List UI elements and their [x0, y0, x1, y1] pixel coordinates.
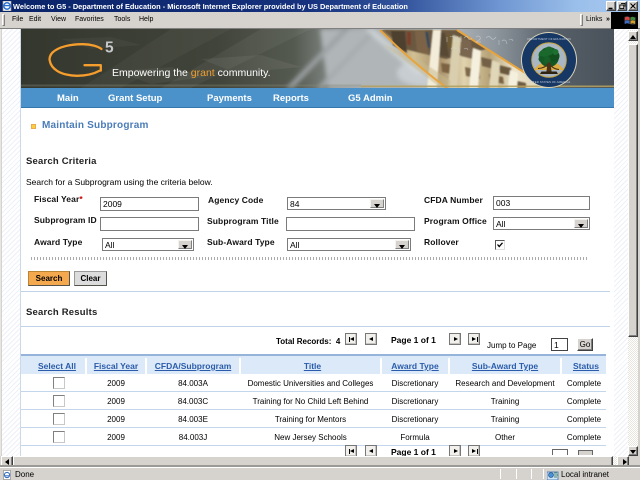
svg-text:5: 5 — [105, 40, 114, 57]
svg-text:DEPARTMENT OF EDUCATION: DEPARTMENT OF EDUCATION — [527, 37, 571, 41]
svg-text:UNITED STATES OF AMERICA: UNITED STATES OF AMERICA — [528, 80, 571, 84]
svg-text:Empowering the grant community: Empowering the grant community. — [112, 67, 271, 79]
